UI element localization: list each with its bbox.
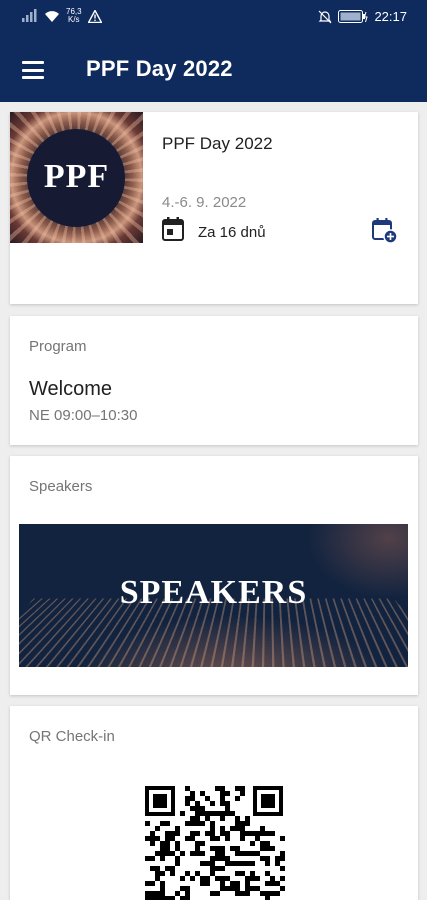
event-title: PPF Day 2022 <box>162 134 273 153</box>
network-speed-unit: K/s <box>68 15 80 24</box>
status-bar: 76,3 K/s 22:17 <box>0 0 427 38</box>
program-session-time: NE 09:00–10:30 <box>29 407 138 424</box>
wifi-icon <box>45 10 59 22</box>
speakers-banner-text: SPEAKERS <box>119 574 308 611</box>
warning-icon <box>87 9 102 23</box>
mute-icon <box>319 10 332 23</box>
qr-checkin-label: QR Check-in <box>29 728 115 745</box>
status-time: 22:17 <box>374 9 407 24</box>
event-countdown: Za 16 dnů <box>198 224 266 241</box>
battery-icon <box>338 10 369 23</box>
calendar-add-icon[interactable] <box>372 218 398 244</box>
event-card[interactable]: PPF PPF Day 2022 4.-6. 9. 2022 Za 16 dnů <box>10 112 418 304</box>
qr-code <box>143 784 285 900</box>
calendar-icon <box>162 217 184 241</box>
qr-checkin-card[interactable]: QR Check-in <box>10 706 418 900</box>
hamburger-menu-icon[interactable] <box>20 58 46 82</box>
event-logo: PPF <box>10 112 143 243</box>
speakers-label: Speakers <box>29 478 93 495</box>
event-logo-text: PPF <box>43 158 110 195</box>
signal-icon <box>22 9 37 22</box>
program-card[interactable]: Program Welcome NE 09:00–10:30 <box>10 316 418 445</box>
speakers-banner[interactable]: SPEAKERS <box>19 524 408 667</box>
event-date: 4.-6. 9. 2022 <box>162 194 247 211</box>
program-label: Program <box>29 338 87 355</box>
app-title: PPF Day 2022 <box>86 56 233 81</box>
program-session-title: Welcome <box>29 378 112 400</box>
network-speed: 76,3 K/s <box>66 8 82 24</box>
speakers-card[interactable]: Speakers SPEAKERS <box>10 456 418 695</box>
app-bar: PPF Day 2022 <box>0 38 427 102</box>
